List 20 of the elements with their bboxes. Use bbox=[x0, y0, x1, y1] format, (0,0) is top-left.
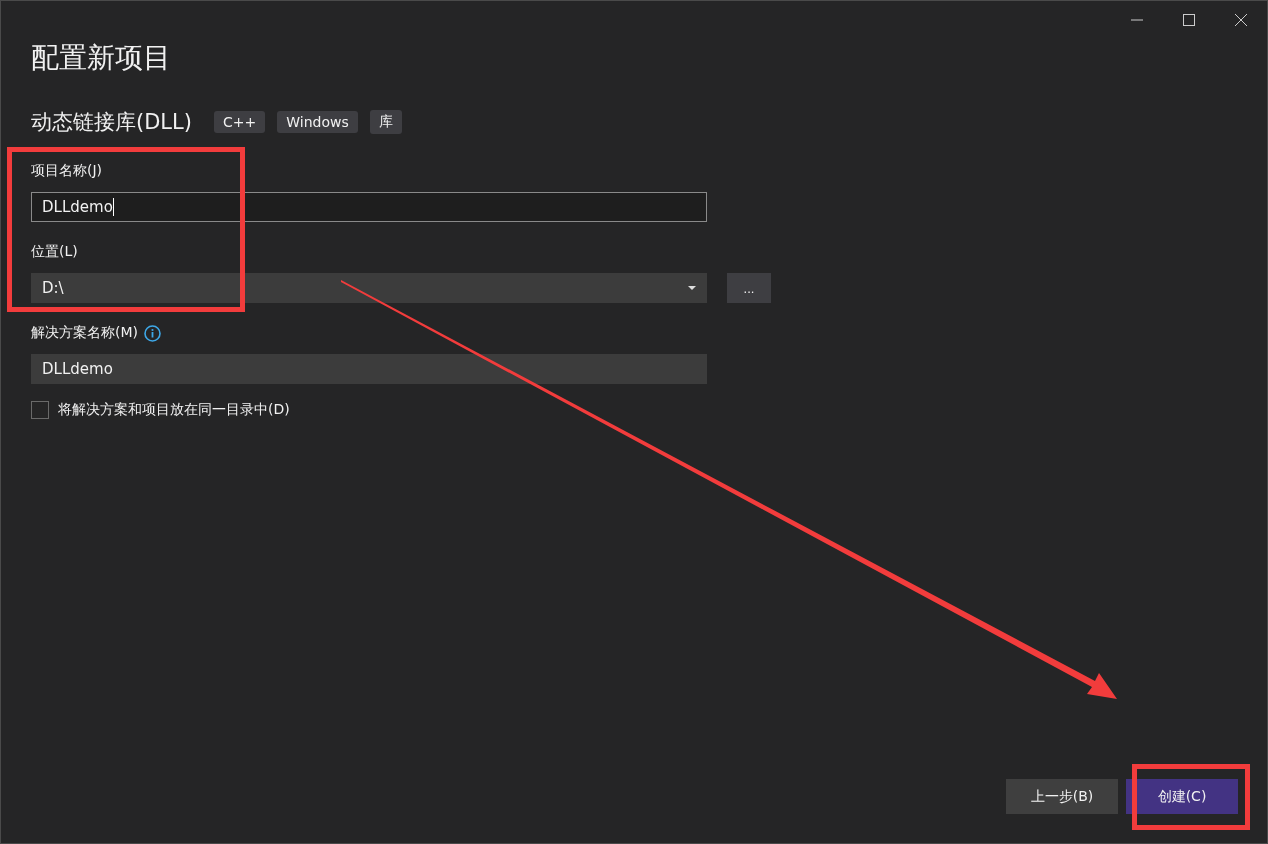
template-tag: C++ bbox=[213, 111, 266, 133]
field-label: 项目名称(J) bbox=[31, 162, 103, 180]
checkbox[interactable] bbox=[31, 401, 49, 419]
field-label: 解决方案名称(M) bbox=[31, 324, 138, 342]
text-field[interactable]: DLLdemo bbox=[31, 354, 707, 384]
create-button[interactable]: 创建(C) bbox=[1126, 779, 1238, 814]
template-tag: Windows bbox=[277, 111, 358, 133]
close-icon bbox=[1235, 14, 1247, 26]
checkbox-label: 将解决方案和项目放在同一目录中(D) bbox=[58, 401, 290, 419]
browse-button[interactable]: ... bbox=[727, 273, 771, 303]
field-label: 位置(L) bbox=[31, 243, 78, 261]
maximize-icon bbox=[1183, 14, 1195, 26]
info-icon[interactable] bbox=[144, 324, 161, 342]
back-button[interactable]: 上一步(B) bbox=[1006, 779, 1118, 814]
template-tag: 库 bbox=[369, 110, 402, 134]
dialog-title: 配置新项目 bbox=[31, 40, 171, 76]
dropdown-caret-icon bbox=[688, 285, 696, 291]
text-field[interactable]: DLLdemo bbox=[31, 192, 707, 222]
location-dropdown[interactable]: D:\ bbox=[31, 273, 707, 303]
template-name: 动态链接库(DLL) bbox=[31, 109, 192, 136]
